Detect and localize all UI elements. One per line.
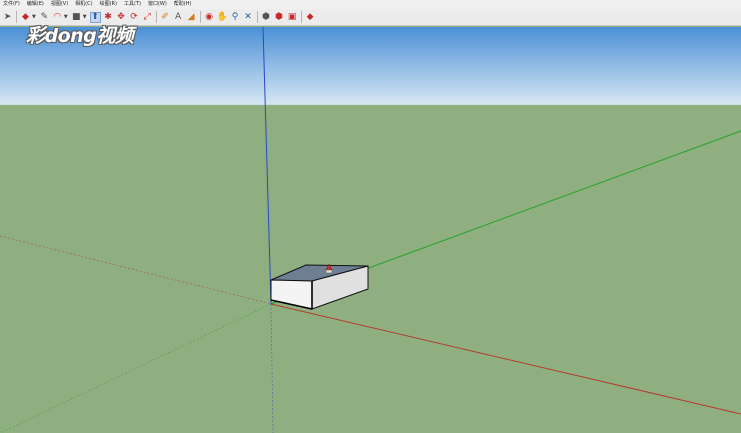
ruby-console-button[interactable]: ◆	[305, 12, 316, 23]
zoom-extents-tool-button[interactable]: ✕	[243, 12, 254, 23]
drawing-viewport[interactable]	[0, 27, 741, 433]
tape-measure-icon: ✐	[161, 11, 169, 22]
warehouse-icon: ⬢	[262, 11, 270, 22]
extension-warehouse-button[interactable]: ⬢	[274, 12, 285, 23]
eraser-icon: ◆	[22, 11, 29, 22]
pencil-icon: ✎	[40, 11, 49, 22]
zoom-extents-icon: ✕	[244, 11, 252, 22]
ruby-gem-icon: ◆	[306, 11, 314, 22]
rectangle-icon: ■	[71, 11, 81, 22]
move-icon: ✥	[117, 11, 125, 22]
menu-item-4[interactable]: 绘图(R)	[97, 0, 121, 9]
follow-me-icon: ✱	[104, 11, 112, 22]
toolbar-separator	[300, 11, 302, 23]
menu-item-1[interactable]: 编辑(E)	[24, 0, 48, 9]
warehouse-button[interactable]: ⬢	[261, 12, 272, 23]
push-pull-icon: ⬆	[91, 11, 99, 22]
text-tool-button[interactable]: A	[173, 12, 184, 23]
ground	[0, 105, 741, 433]
tape-measure-tool-button[interactable]: ✐	[160, 12, 171, 23]
scale-tool-button[interactable]: ⤢	[142, 12, 153, 23]
toolbar-separator	[16, 11, 17, 23]
menu-item-6[interactable]: 窗口(W)	[145, 0, 171, 9]
select-tool-button[interactable]: ➤	[2, 12, 13, 23]
dropdown-arrow-icon[interactable]: ▼	[32, 14, 36, 20]
orbit-tool-button[interactable]: ◉	[204, 12, 215, 23]
arc-icon: ◠	[53, 11, 62, 22]
layout-icon: ▣	[287, 11, 297, 22]
toolbar-separator	[155, 11, 157, 23]
zoom-tool-button[interactable]: ⚲	[230, 12, 241, 23]
extension-icon: ⬢	[275, 11, 283, 22]
toolbar-separator	[199, 11, 201, 23]
menu-item-2[interactable]: 视图(V)	[48, 0, 72, 9]
menu-item-7[interactable]: 帮助(H)	[171, 0, 196, 9]
rotate-icon: ⟳	[130, 11, 138, 22]
paint-bucket-icon: ◢	[187, 11, 195, 22]
toolbar-separator	[256, 11, 258, 23]
arrow-cursor-icon: ➤	[3, 11, 12, 22]
pan-hand-icon: ✋	[216, 11, 228, 22]
paint-bucket-tool-button[interactable]: ◢	[186, 12, 197, 23]
scale-icon: ⤢	[143, 11, 151, 22]
pan-tool-button[interactable]: ✋	[217, 12, 228, 23]
text-label-icon: A	[174, 11, 182, 22]
menu-item-5[interactable]: 工具(T)	[121, 0, 145, 9]
menubar: 文件(F) 编辑(E) 视图(V) 相机(C) 绘图(R) 工具(T) 窗口(W) 帮助(H)	[0, 0, 741, 9]
dropdown-arrow-icon[interactable]: ▼	[83, 14, 87, 20]
menu-item-3[interactable]: 相机(C)	[72, 0, 96, 9]
menu-item-0[interactable]: 文件(F)	[0, 0, 24, 9]
zoom-icon: ⚲	[231, 11, 239, 22]
watermark-logo: 彩dong视频	[26, 25, 134, 47]
layout-button[interactable]: ▣	[287, 12, 298, 23]
orbit-icon: ◉	[205, 11, 213, 22]
dropdown-arrow-icon[interactable]: ▼	[64, 14, 68, 20]
